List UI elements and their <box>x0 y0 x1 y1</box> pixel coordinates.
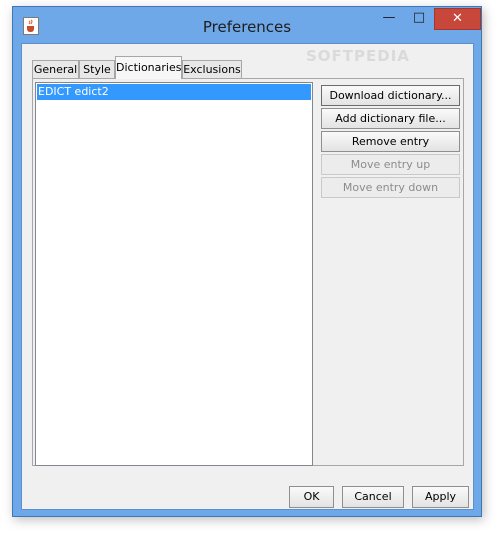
tab-exclusions[interactable]: Exclusions <box>182 60 242 78</box>
preferences-window: Preferences — □ ✕ General Style Dictiona… <box>12 6 482 517</box>
dictionary-list[interactable]: EDICT edict2 <box>35 82 313 466</box>
tab-dictionaries[interactable]: Dictionaries <box>115 56 182 79</box>
watermark: SOFTPEDIA <box>306 47 410 65</box>
ok-button[interactable]: OK <box>289 486 334 508</box>
move-entry-down-button[interactable]: Move entry down <box>321 177 460 198</box>
title-bar[interactable]: Preferences — □ ✕ <box>13 7 481 43</box>
download-dictionary-button[interactable]: Download dictionary... <box>321 85 460 106</box>
dictionaries-panel: EDICT edict2 Download dictionary... Add … <box>32 78 464 466</box>
maximize-button[interactable]: □ <box>405 8 433 28</box>
minimize-button[interactable]: — <box>375 8 403 28</box>
list-item[interactable]: EDICT edict2 <box>37 84 311 100</box>
tab-style[interactable]: Style <box>79 60 115 78</box>
apply-button[interactable]: Apply <box>412 486 469 508</box>
close-button[interactable]: ✕ <box>434 8 481 30</box>
dialog-body: General Style Dictionaries Exclusions ED… <box>21 43 474 510</box>
add-dictionary-file-button[interactable]: Add dictionary file... <box>321 108 460 129</box>
remove-entry-button[interactable]: Remove entry <box>321 131 460 152</box>
cancel-button[interactable]: Cancel <box>342 486 404 508</box>
move-entry-up-button[interactable]: Move entry up <box>321 154 460 175</box>
tab-general[interactable]: General <box>32 60 79 78</box>
